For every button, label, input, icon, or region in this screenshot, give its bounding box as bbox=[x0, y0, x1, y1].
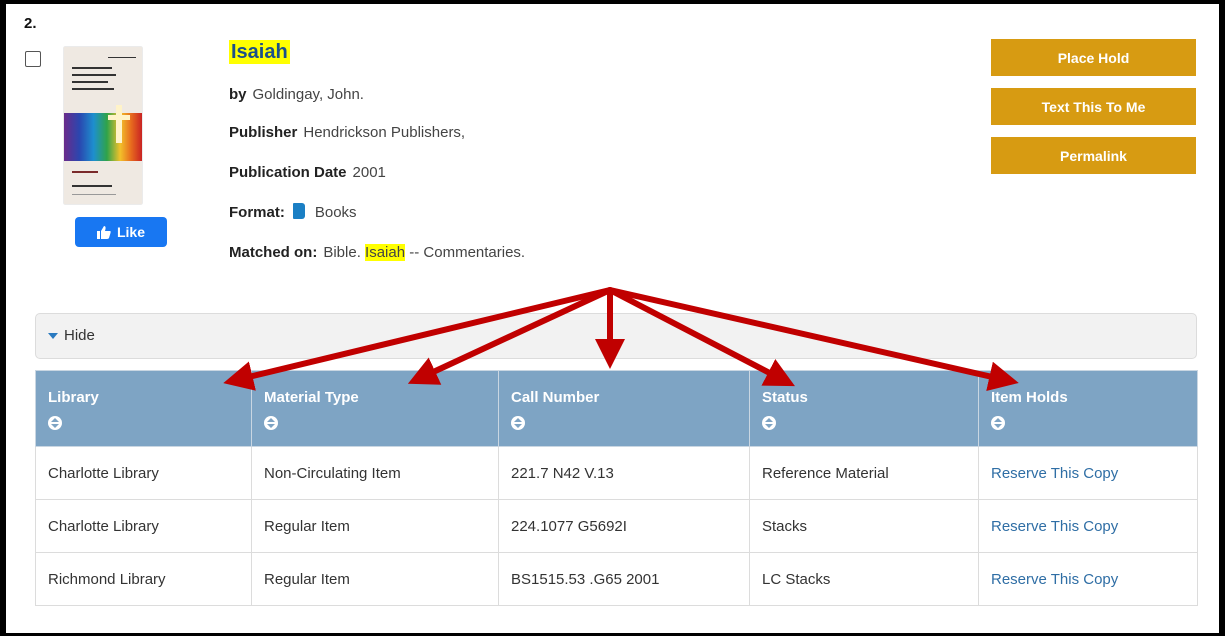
format-line: Format: Books bbox=[229, 203, 357, 223]
caret-down-icon bbox=[48, 332, 58, 339]
column-label: Status bbox=[762, 389, 808, 406]
result-title[interactable]: Isaiah bbox=[229, 40, 290, 64]
matched-line: Matched on: Bible. Isaiah -- Commentaries… bbox=[229, 243, 525, 263]
result-number: 2. bbox=[24, 15, 37, 32]
sort-icon[interactable] bbox=[762, 416, 776, 430]
matched-post: -- Commentaries. bbox=[409, 244, 526, 261]
publisher-value: Hendrickson Publishers, bbox=[303, 124, 466, 141]
cell-library: Charlotte Library bbox=[35, 499, 252, 553]
cell-call-number: 221.7 N42 V.13 bbox=[498, 446, 750, 500]
column-label: Material Type bbox=[264, 389, 359, 406]
sort-icon[interactable] bbox=[48, 416, 62, 430]
hide-label: Hide bbox=[64, 327, 95, 344]
column-header-library[interactable]: Library bbox=[35, 370, 252, 447]
matched-pre: Bible. bbox=[323, 244, 361, 261]
place-hold-button[interactable]: Place Hold bbox=[991, 39, 1196, 76]
cell-status: Reference Material bbox=[749, 446, 979, 500]
like-label: Like bbox=[116, 224, 145, 240]
thumbs-up-icon bbox=[96, 226, 111, 239]
cell-status: LC Stacks bbox=[749, 552, 979, 606]
pubdate-label: Publication Date bbox=[229, 164, 347, 181]
reserve-copy-link[interactable]: Reserve This Copy bbox=[991, 465, 1118, 482]
cell-library: Charlotte Library bbox=[35, 446, 252, 500]
cell-call-number: BS1515.53 .G65 2001 bbox=[498, 552, 750, 606]
cell-material-type: Regular Item bbox=[251, 499, 499, 553]
cell-status: Stacks bbox=[749, 499, 979, 553]
table-row: Charlotte Library Regular Item 224.1077 … bbox=[35, 499, 1198, 553]
select-checkbox[interactable] bbox=[25, 51, 41, 67]
cell-item-holds: Reserve This Copy bbox=[978, 446, 1198, 500]
cell-library: Richmond Library bbox=[35, 552, 252, 606]
author-label: by bbox=[229, 86, 247, 103]
column-header-status[interactable]: Status bbox=[749, 370, 979, 447]
book-icon bbox=[292, 203, 305, 219]
format-label: Format: bbox=[229, 204, 285, 221]
column-label: Item Holds bbox=[991, 389, 1068, 406]
book-cover[interactable] bbox=[64, 47, 142, 204]
holdings-table: Library Material Type Call Number Status… bbox=[35, 370, 1198, 606]
cell-material-type: Non-Circulating Item bbox=[251, 446, 499, 500]
reserve-copy-link[interactable]: Reserve This Copy bbox=[991, 518, 1118, 535]
holdings-toggle-bar: Hide bbox=[35, 313, 1197, 359]
column-header-material-type[interactable]: Material Type bbox=[251, 370, 499, 447]
cell-material-type: Regular Item bbox=[251, 552, 499, 606]
text-this-to-me-button[interactable]: Text This To Me bbox=[991, 88, 1196, 125]
publisher-label: Publisher bbox=[229, 124, 298, 141]
permalink-button[interactable]: Permalink bbox=[991, 137, 1196, 174]
table-row: Charlotte Library Non-Circulating Item 2… bbox=[35, 446, 1198, 500]
header-row: Library Material Type Call Number Status… bbox=[35, 370, 1198, 447]
sort-icon[interactable] bbox=[991, 416, 1005, 430]
table-row: Richmond Library Regular Item BS1515.53 … bbox=[35, 552, 1198, 606]
column-label: Call Number bbox=[511, 389, 600, 406]
column-label: Library bbox=[48, 389, 99, 406]
cell-call-number: 224.1077 G5692I bbox=[498, 499, 750, 553]
facebook-like-button[interactable]: Like bbox=[75, 217, 167, 247]
column-header-item-holds[interactable]: Item Holds bbox=[978, 370, 1198, 447]
hide-toggle[interactable]: Hide bbox=[48, 327, 95, 344]
column-header-call-number[interactable]: Call Number bbox=[498, 370, 750, 447]
author-value[interactable]: Goldingay, John. bbox=[253, 86, 364, 103]
sort-icon[interactable] bbox=[511, 416, 525, 430]
pubdate-line: Publication Date 2001 bbox=[229, 163, 386, 183]
format-value: Books bbox=[314, 204, 357, 221]
pubdate-value: 2001 bbox=[352, 164, 386, 181]
matched-highlight: Isaiah bbox=[365, 244, 406, 261]
publisher-line: Publisher Hendrickson Publishers, bbox=[229, 123, 465, 143]
reserve-copy-link[interactable]: Reserve This Copy bbox=[991, 571, 1118, 588]
author-line: by Goldingay, John. bbox=[229, 85, 364, 105]
cell-item-holds: Reserve This Copy bbox=[978, 499, 1198, 553]
matched-label: Matched on: bbox=[229, 244, 318, 261]
cell-item-holds: Reserve This Copy bbox=[978, 552, 1198, 606]
sort-icon[interactable] bbox=[264, 416, 278, 430]
